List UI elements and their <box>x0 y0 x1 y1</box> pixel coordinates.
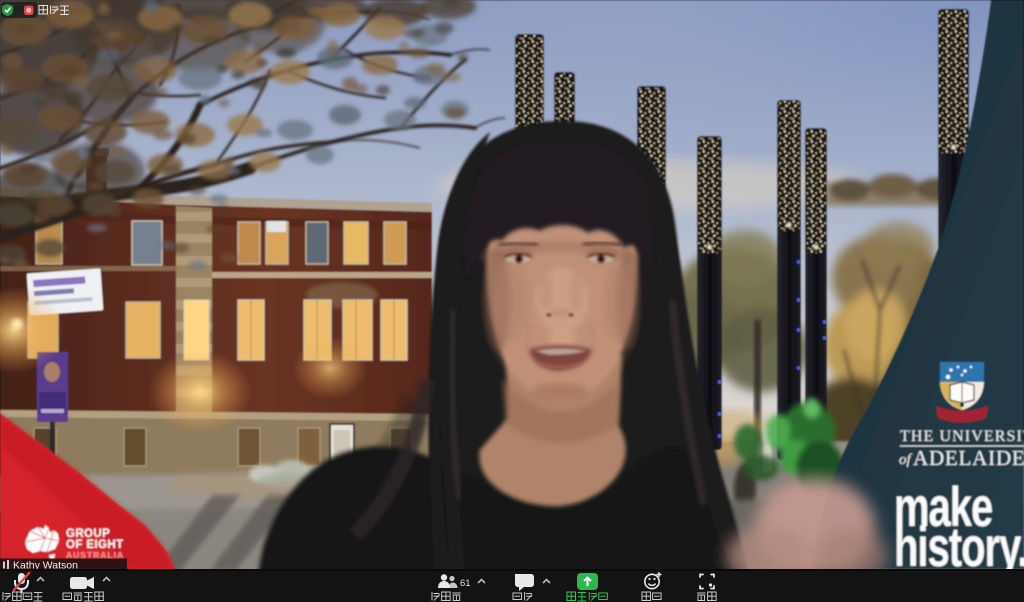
svg-text:of: of <box>899 452 913 468</box>
svg-text:ADELAIDE: ADELAIDE <box>913 446 1024 470</box>
svg-text:THE UNIVERSITY: THE UNIVERSITY <box>900 428 1024 445</box>
svg-text:61: 61 <box>460 578 471 589</box>
